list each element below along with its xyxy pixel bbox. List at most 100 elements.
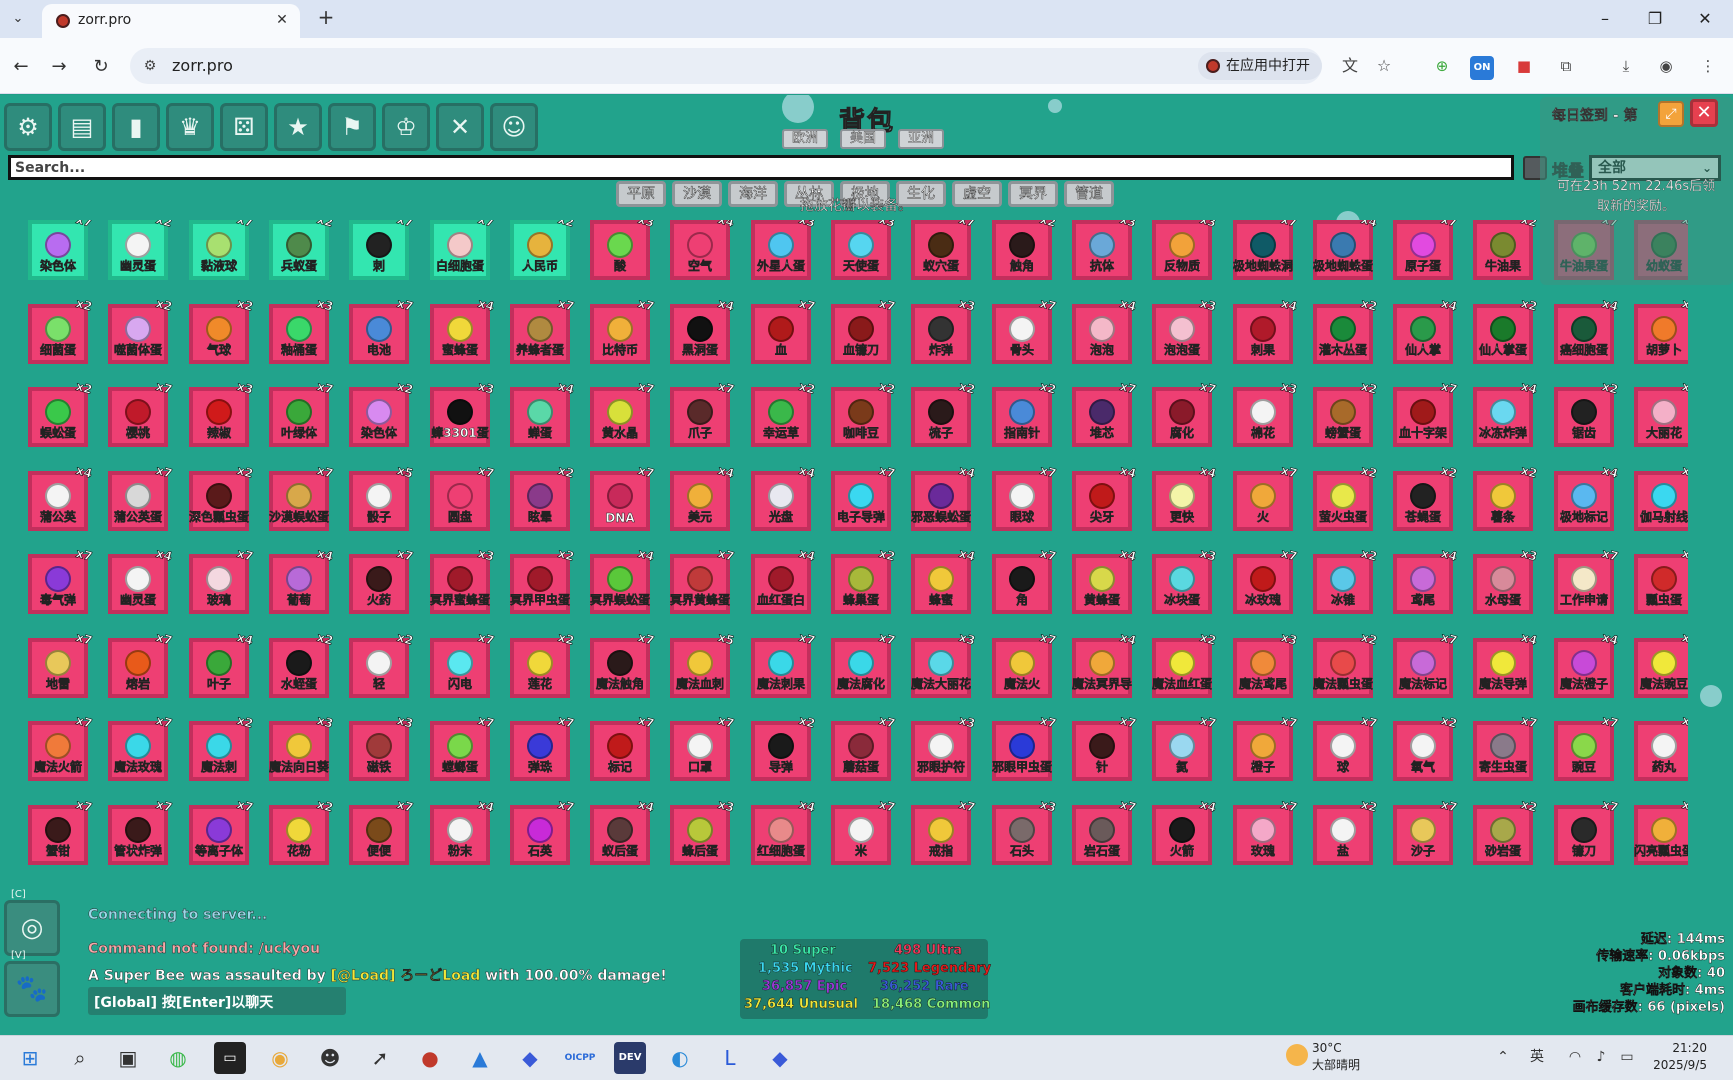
search-input[interactable] — [8, 155, 1514, 180]
task-view-icon[interactable]: ▣ — [112, 1042, 144, 1074]
extensions-puzzle-icon[interactable]: ⧉ — [1552, 52, 1580, 80]
petal-tile[interactable]: 圆盘 x7 — [430, 463, 496, 531]
search-icon[interactable]: ⌕ — [64, 1042, 96, 1074]
back-arrow-icon[interactable]: ← — [8, 54, 34, 80]
tools-icon[interactable]: ✕ — [436, 103, 484, 151]
petal-tile[interactable]: 牛油果 x2 — [1473, 220, 1539, 280]
petal-tile[interactable]: 蜂巢蛋 x2 — [831, 546, 897, 614]
petal-tile[interactable]: 腐化 x7 — [1152, 379, 1218, 447]
petal-tile[interactable]: 魔法橙子 x4 — [1554, 630, 1620, 698]
petal-tile[interactable]: 黄蜂蛋 x4 — [1072, 546, 1138, 614]
profile-icon[interactable]: ◉ — [1652, 52, 1680, 80]
petal-tile[interactable]: 魔法腐化 x7 — [831, 630, 897, 698]
petal-tile[interactable]: 蝉蛋 x4 — [510, 379, 576, 447]
petal-tile[interactable]: 光盘 x4 — [751, 463, 817, 531]
petal-tile[interactable]: 瓢虫蛋 x4 — [1634, 546, 1688, 614]
petal-tile[interactable]: 球 x7 — [1313, 713, 1379, 781]
petal-tile[interactable]: 叶子 x4 — [189, 630, 255, 698]
petal-tile[interactable]: 火药 x7 — [349, 546, 415, 614]
petal-tile[interactable]: 砂岩蛋 x2 — [1473, 797, 1539, 865]
zorr-app-icon[interactable]: ● — [414, 1042, 446, 1074]
petal-tile[interactable]: 葡萄 x4 — [269, 546, 335, 614]
petal-tile[interactable]: 石英 x7 — [510, 797, 576, 865]
petal-tile[interactable]: 眼球 x7 — [992, 463, 1058, 531]
pet-button-v[interactable]: [V] 🐾 — [4, 950, 60, 1017]
petal-tile[interactable]: 咖啡豆 x2 — [831, 379, 897, 447]
petal-tile[interactable]: 骰子 x5 — [349, 463, 415, 531]
petal-tile[interactable]: 仙人掌 x4 — [1393, 296, 1459, 364]
petal-tile[interactable]: 酸 x3 — [590, 220, 656, 280]
wechat-icon[interactable]: ◍ — [162, 1042, 194, 1074]
petal-tile[interactable]: 火箭 x4 — [1152, 797, 1218, 865]
petal-tile[interactable]: 萤火虫蛋 x2 — [1313, 463, 1379, 531]
petal-tile[interactable]: 幽灵蛋 x4 — [108, 546, 174, 614]
biome-tab-ocean[interactable]: 海洋 — [728, 181, 778, 207]
petal-tile[interactable]: 魔法大丽花 x3 — [911, 630, 977, 698]
petal-tile[interactable]: 针 x7 — [1072, 713, 1138, 781]
petal-tile[interactable]: 邪恶蜈蚣蛋 x4 — [911, 463, 977, 531]
star-icon[interactable]: ★ — [274, 103, 322, 151]
petal-tile[interactable]: 邪眼护符 x3 — [911, 713, 977, 781]
petal-tile[interactable]: 熔岩 x7 — [108, 630, 174, 698]
petal-tile[interactable]: 血镰刀 x7 — [831, 296, 897, 364]
petal-tile[interactable]: 极地蜘蛛洞蛋 x7 — [1233, 220, 1299, 280]
petal-tile[interactable]: 刺 x7 — [349, 220, 415, 280]
petal-tile[interactable]: 樱桃 x7 — [108, 379, 174, 447]
petal-tile[interactable]: 冰块蛋 x3 — [1152, 546, 1218, 614]
petal-tile[interactable]: 火 x7 — [1233, 463, 1299, 531]
petal-tile[interactable]: 血十字架 x7 — [1393, 379, 1459, 447]
tab-close-icon[interactable]: ✕ — [272, 10, 292, 30]
reload-icon[interactable]: ↻ — [88, 54, 114, 80]
petal-tile[interactable]: 气球 x2 — [189, 296, 255, 364]
petal-tile[interactable]: 棉花 x3 — [1233, 379, 1299, 447]
petal-tile[interactable]: 炸弹 x3 — [911, 296, 977, 364]
petal-tile[interactable]: 魔法血刺 x5 — [670, 630, 736, 698]
petal-tile[interactable]: 细菌蛋 x2 — [28, 296, 94, 364]
close-window-icon[interactable]: ✕ — [1690, 6, 1720, 32]
qq-penguin-icon[interactable]: ☻ — [314, 1042, 346, 1074]
petal-tile[interactable]: 电池 x7 — [349, 296, 415, 364]
petal-tile[interactable]: 黏液球 x7 — [189, 220, 255, 280]
petal-tile[interactable]: 玻璃 x7 — [189, 546, 255, 614]
petal-tile[interactable]: 粉末 x4 — [430, 797, 496, 865]
region-tab-us[interactable]: 美国 — [840, 129, 887, 149]
petal-tile[interactable]: 蜈蚣蛋 x2 — [28, 379, 94, 447]
new-tab-plus-icon[interactable]: + — [314, 6, 338, 30]
petal-tile[interactable]: 毒气弹 x7 — [28, 546, 94, 614]
biome-tab-void[interactable]: 虚空 — [952, 181, 1002, 207]
petal-tile[interactable]: 幸运草 x2 — [751, 379, 817, 447]
oicpp-icon[interactable]: OICPP — [564, 1042, 596, 1074]
petal-tile[interactable]: 梳子 x2 — [911, 379, 977, 447]
petal-tile[interactable]: 蜂蜜 x4 — [911, 546, 977, 614]
petal-tile[interactable]: 水母蛋 x3 — [1473, 546, 1539, 614]
weather-widget[interactable]: 30°C 大部晴明 — [1312, 1040, 1360, 1074]
petal-tile[interactable]: 魔法鸢尾 x3 — [1233, 630, 1299, 698]
forward-arrow-icon[interactable]: → — [46, 54, 72, 80]
petal-tile[interactable]: 镰刀 x7 — [1554, 797, 1620, 865]
petal-tile[interactable]: 便便 x7 — [349, 797, 415, 865]
petal-tile[interactable]: 闪电 x7 — [430, 630, 496, 698]
weather-sun-icon[interactable] — [1286, 1044, 1308, 1066]
petal-tile[interactable]: 仙人掌蛋 x2 — [1473, 296, 1539, 364]
petal-tile[interactable]: 蚁后蛋 x4 — [590, 797, 656, 865]
petal-tile[interactable]: 角 x7 — [992, 546, 1058, 614]
petal-tile[interactable]: 盐 x2 — [1313, 797, 1379, 865]
petal-tile[interactable]: 蚁穴蛋 x7 — [911, 220, 977, 280]
petal-tile[interactable]: 天使蛋 x3 — [831, 220, 897, 280]
petal-tile[interactable]: 魔法向日葵 x3 — [269, 713, 335, 781]
petal-tile[interactable]: 工作申请 x7 — [1554, 546, 1620, 614]
petal-tile[interactable]: 冰玫瑰 x7 — [1233, 546, 1299, 614]
extension-red-icon[interactable]: ■ — [1510, 52, 1538, 80]
petal-tile[interactable]: 魔法火箭 x7 — [28, 713, 94, 781]
cursor-tool-icon[interactable]: ➚ — [364, 1042, 396, 1074]
petal-tile[interactable]: 口罩 x7 — [670, 713, 736, 781]
petal-tile[interactable]: 橙子 x7 — [1233, 713, 1299, 781]
petal-tile[interactable]: 魔法标记 x7 — [1393, 630, 1459, 698]
extension-on-badge-icon[interactable]: ON — [1470, 56, 1494, 80]
petal-tile[interactable]: 魔法火 x7 — [992, 630, 1058, 698]
petal-tile[interactable]: 血红蛋白 x4 — [751, 546, 817, 614]
petal-tile[interactable]: 鸢尾 x4 — [1393, 546, 1459, 614]
petal-tile[interactable]: 玫瑰 x7 — [1233, 797, 1299, 865]
petal-tile[interactable]: 魔法血红蛋白 x2 — [1152, 630, 1218, 698]
petal-tile[interactable]: 冥界蜈蚣蛋 x4 — [590, 546, 656, 614]
